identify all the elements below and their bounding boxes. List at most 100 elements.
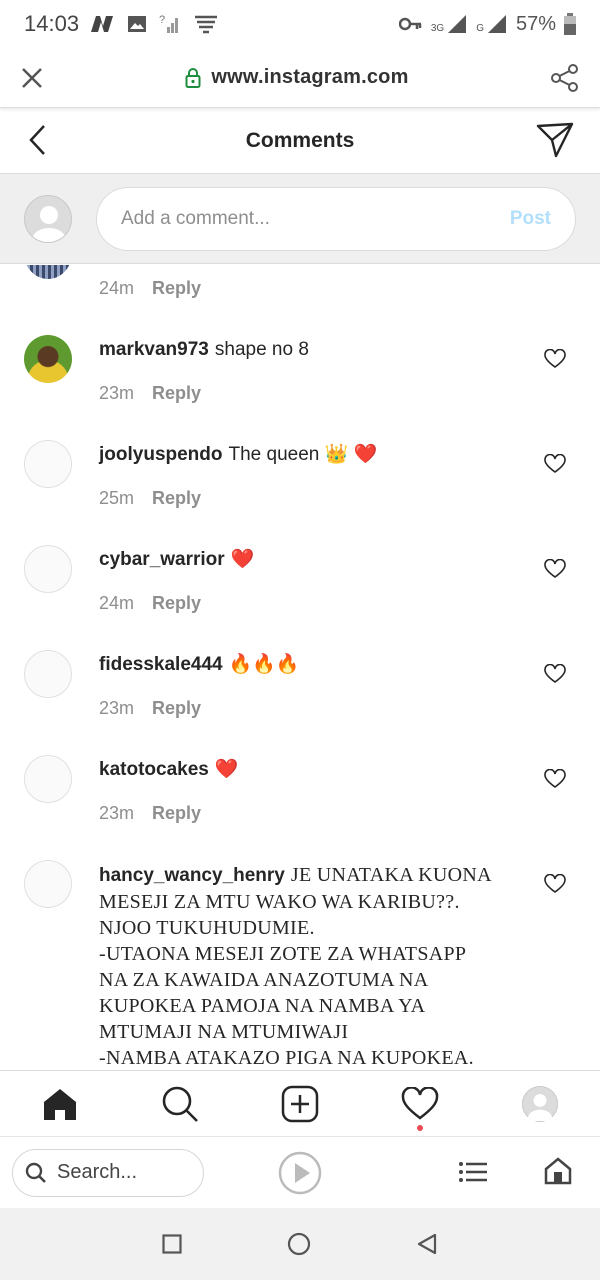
nav-search[interactable] bbox=[120, 1071, 240, 1137]
home-icon[interactable] bbox=[544, 1157, 572, 1185]
signal-3g: 3G bbox=[431, 14, 468, 34]
nav-profile[interactable] bbox=[480, 1071, 600, 1137]
comment-line: NJOO TUKUHUDUMIE. bbox=[99, 917, 315, 939]
comment-line: MESEJI ZA MTU WAKO WA KARIBU??. bbox=[99, 891, 460, 913]
back-icon[interactable] bbox=[416, 1233, 438, 1255]
comment-time: 24m bbox=[99, 593, 135, 613]
back-chevron-icon[interactable] bbox=[28, 124, 48, 156]
avatar[interactable] bbox=[24, 335, 72, 383]
reply-button[interactable]: Reply bbox=[152, 698, 201, 719]
signal-3g-icon bbox=[448, 15, 467, 33]
comment-username[interactable]: katotocakes bbox=[99, 759, 209, 780]
default-avatar-icon bbox=[32, 205, 66, 242]
notification-dot bbox=[417, 1124, 423, 1131]
browser-search-field[interactable]: Search... bbox=[12, 1148, 204, 1197]
direct-send-icon[interactable] bbox=[536, 122, 574, 158]
comment-meta: 23m Reply bbox=[99, 383, 201, 404]
comment-text: cybar_warrior ❤️ bbox=[99, 547, 519, 573]
comment-text: katotocakes ❤️ bbox=[99, 757, 519, 783]
avatar[interactable] bbox=[24, 860, 72, 908]
url-field[interactable]: www.instagram.com bbox=[44, 66, 550, 89]
page-title: Comments bbox=[245, 128, 355, 152]
avatar[interactable] bbox=[24, 440, 72, 488]
comment-text: markvan973 shape no 8 bbox=[99, 337, 519, 363]
avatar[interactable] bbox=[24, 265, 72, 279]
comment-line: -NAMBA ATAKAZO PIGA NA KUPOKEA. bbox=[99, 1047, 474, 1069]
current-user-avatar bbox=[24, 194, 72, 243]
signal-g-icon bbox=[487, 15, 506, 33]
search-icon bbox=[25, 1162, 46, 1183]
heart-icon[interactable] bbox=[544, 349, 566, 369]
comment-text: joolyuspendo The queen 👑 ❤️ bbox=[99, 442, 519, 468]
battery-icon bbox=[564, 13, 576, 35]
nav-create[interactable] bbox=[240, 1071, 360, 1137]
comment-content: ❤️ bbox=[214, 759, 239, 780]
comment-username[interactable]: markvan973 bbox=[99, 339, 209, 360]
comment-time: 23m bbox=[99, 383, 135, 403]
comment-line: JE UNATAKA KUONA bbox=[290, 864, 492, 886]
close-icon[interactable] bbox=[20, 66, 44, 90]
battery-percent: 57% bbox=[515, 12, 556, 35]
status-time: 14:03 bbox=[24, 11, 80, 36]
lock-icon bbox=[185, 67, 201, 88]
image-notification-icon bbox=[128, 16, 147, 32]
comment-input[interactable]: Add a comment... Post bbox=[96, 186, 576, 251]
tabs-menu-icon[interactable] bbox=[458, 1161, 488, 1183]
comment-username[interactable]: joolyuspendo bbox=[99, 444, 223, 465]
comment-line: MTUMAJI NA MTUMIWAJI bbox=[99, 1021, 349, 1043]
avatar[interactable] bbox=[24, 650, 72, 698]
nav-activity[interactable] bbox=[360, 1071, 480, 1137]
home-circle-icon[interactable] bbox=[287, 1232, 311, 1256]
svg-text:?: ? bbox=[159, 14, 165, 26]
default-avatar-icon bbox=[527, 1093, 553, 1127]
reply-button[interactable]: Reply bbox=[152, 488, 201, 509]
nav-home[interactable] bbox=[0, 1071, 120, 1137]
comment-username[interactable]: hancy_wancy_henry bbox=[99, 865, 285, 886]
comment-meta: 24m Reply bbox=[99, 593, 201, 614]
heart-icon[interactable] bbox=[544, 559, 566, 579]
comment-meta: 24m Reply bbox=[99, 278, 201, 299]
post-button[interactable]: Post bbox=[510, 208, 551, 230]
comment-time: 24m bbox=[99, 278, 135, 298]
comment-username[interactable]: cybar_warrior bbox=[99, 549, 225, 570]
reply-button[interactable]: Reply bbox=[152, 383, 201, 404]
vpn-key-icon bbox=[398, 17, 422, 31]
browser-url-bar: www.instagram.com bbox=[0, 48, 600, 108]
status-bar: 14:03 ? 3G G 57% bbox=[0, 0, 600, 48]
comment-text: fidesskale444 🔥🔥🔥 bbox=[99, 652, 519, 678]
comment-input-placeholder: Add a comment... bbox=[121, 207, 270, 229]
comment-line: NA ZA KAWAIDA ANAZOTUMA NA bbox=[99, 969, 429, 991]
heart-icon bbox=[401, 1086, 439, 1120]
comment-username[interactable]: fidesskale444 bbox=[99, 654, 223, 675]
comment-time: 25m bbox=[99, 488, 135, 508]
comment-line: KUPOKEA PAMOJA NA NAMBA YA bbox=[99, 995, 426, 1017]
status-notification-icons: ? bbox=[89, 13, 219, 35]
heart-icon[interactable] bbox=[544, 454, 566, 474]
add-comment-bar: Add a comment... Post bbox=[0, 174, 600, 264]
app-notification-icon bbox=[195, 15, 218, 34]
bottom-nav bbox=[0, 1070, 600, 1136]
comment-content: ❤️ bbox=[230, 549, 255, 570]
reply-button[interactable]: Reply bbox=[152, 803, 201, 824]
recents-icon[interactable] bbox=[162, 1234, 182, 1254]
url-text: www.instagram.com bbox=[211, 66, 409, 88]
heart-icon[interactable] bbox=[544, 664, 566, 684]
avatar[interactable] bbox=[24, 545, 72, 593]
heart-icon[interactable] bbox=[544, 769, 566, 789]
browser-search-placeholder: Search... bbox=[57, 1161, 138, 1183]
heart-icon[interactable] bbox=[544, 874, 566, 894]
n-logo-icon bbox=[91, 16, 114, 32]
comments-list[interactable]: 24m Reply markvan973 shape no 8 23m Reply… bbox=[0, 265, 600, 1070]
profile-avatar bbox=[522, 1085, 558, 1127]
reply-button[interactable]: Reply bbox=[152, 593, 201, 614]
comment-time: 23m bbox=[99, 698, 135, 718]
comment-meta: 23m Reply bbox=[99, 803, 201, 824]
share-icon[interactable] bbox=[550, 63, 580, 93]
avatar[interactable] bbox=[24, 755, 72, 803]
comment-time: 23m bbox=[99, 803, 135, 823]
system-nav-bar bbox=[0, 1208, 600, 1280]
comment-content: The queen 👑 ❤️ bbox=[228, 444, 378, 465]
reply-button[interactable]: Reply bbox=[152, 278, 201, 299]
no-signal-icon: ? bbox=[159, 14, 179, 33]
play-icon[interactable] bbox=[278, 1151, 322, 1195]
